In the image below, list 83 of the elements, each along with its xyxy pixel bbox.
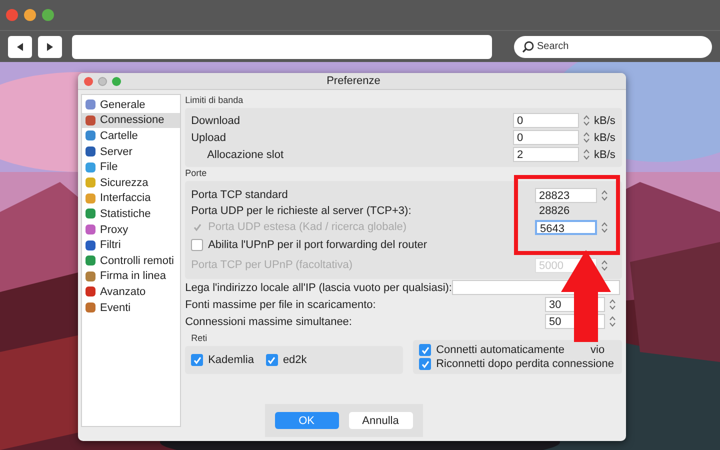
checkbox[interactable] [191, 239, 204, 251]
square-icon [85, 240, 96, 251]
search-icon [522, 40, 534, 52]
sidebar-item[interactable]: Cartelle [82, 128, 180, 144]
checkbox[interactable] [191, 354, 204, 366]
unit-label: kB/s [594, 114, 616, 126]
square-icon [85, 162, 96, 173]
checkbox-label: Riconnetti dopo perdita connessione [436, 358, 614, 370]
triangle-icon [15, 42, 25, 52]
stepper-icon[interactable] [601, 258, 608, 272]
field-label: Fonti massime per file in scaricamento: [185, 298, 376, 310]
port-value: 28826 [539, 205, 571, 217]
number-field[interactable]: 2 [513, 147, 579, 162]
checkbox-label: vio [590, 344, 605, 356]
square-icon [85, 177, 96, 188]
square-icon [85, 302, 96, 314]
sidebar-item[interactable]: Eventi [82, 300, 180, 316]
square-icon [85, 286, 96, 298]
unit-label: kB/s [594, 148, 616, 160]
square-icon [85, 146, 96, 158]
sidebar-item[interactable]: Controlli remoti [82, 252, 180, 269]
cancel-button[interactable]: Annulla [348, 412, 413, 429]
stepper-icon[interactable] [583, 114, 590, 127]
square-icon [85, 208, 96, 220]
address-field[interactable] [72, 34, 492, 58]
square-icon [85, 114, 96, 126]
minimize-light[interactable] [24, 9, 36, 21]
square-icon [85, 130, 96, 142]
unit-label: kB/s [594, 132, 616, 144]
checkbox-label: Kademlia [208, 354, 254, 366]
field-label: Upload [191, 132, 227, 144]
sidebar-item[interactable]: Avanzato [82, 284, 180, 300]
checkbox-label: Porta UDP estesa (Kad / ricerca globale) [208, 221, 407, 233]
number-field[interactable]: 0 [513, 113, 579, 128]
sidebar-item[interactable]: Filtri [82, 237, 180, 253]
zoom-light[interactable] [112, 76, 121, 86]
group-title: Reti [190, 332, 208, 345]
field-label: Lega l'indirizzo locale all'IP (lascia vuoto per qualsiasi): [185, 282, 452, 294]
field-label: Porta TCP per UPnP (facoltativa) [191, 259, 352, 271]
port-field[interactable]: 28823 [535, 188, 597, 202]
back-button[interactable] [8, 36, 32, 58]
checkbox[interactable] [266, 354, 278, 366]
stepper-icon[interactable] [609, 298, 616, 311]
field-label: Download [191, 114, 241, 126]
field-label: Porta UDP per le richieste al server (TCP+3): [191, 205, 412, 217]
checkbox-label: Abilita l'UPnP per il port forwarding del router [208, 239, 428, 251]
square-icon [85, 224, 96, 236]
zoom-light[interactable] [42, 9, 54, 21]
window-title: Preferenze [326, 75, 382, 87]
square-icon [85, 270, 96, 282]
sidebar-item[interactable]: Sicurezza [82, 174, 180, 191]
sidebar-item[interactable]: Statistiche [82, 206, 180, 222]
field-label: Allocazione slot [206, 148, 285, 160]
square-icon [85, 192, 96, 204]
search-field[interactable]: Search [514, 36, 712, 58]
group-title: Limiti di banda [185, 94, 244, 107]
stepper-icon[interactable] [583, 148, 590, 161]
forward-button[interactable] [38, 36, 62, 58]
sidebar-item[interactable]: Interfaccia [82, 190, 180, 206]
checkbox[interactable] [419, 344, 432, 356]
sidebar-item[interactable]: File [82, 159, 180, 175]
stepper-icon[interactable] [601, 220, 608, 234]
group-title: Porte [185, 167, 208, 180]
checkbox[interactable] [419, 358, 432, 370]
close-light[interactable] [6, 9, 18, 21]
close-light[interactable] [84, 76, 93, 86]
sidebar-item[interactable]: Server [82, 144, 180, 160]
stepper-icon[interactable] [609, 315, 616, 328]
sidebar-item[interactable]: Firma in linea [82, 268, 180, 284]
triangle-icon [45, 42, 55, 52]
minimize-light[interactable] [98, 76, 107, 86]
square-icon [85, 255, 96, 266]
checkbox-label: Connetti automaticamente [436, 344, 564, 356]
sidebar-item[interactable]: Connessione [82, 112, 180, 128]
field-label: Porta TCP standard [191, 189, 288, 201]
sidebar-item[interactable]: Proxy [82, 222, 180, 238]
sidebar-item[interactable]: Generale [82, 97, 180, 113]
number-field[interactable]: 0 [513, 130, 579, 145]
checkbox-label: ed2k [282, 354, 307, 366]
stepper-icon[interactable] [601, 188, 608, 202]
stepper-icon[interactable] [583, 131, 590, 144]
field-label: Connessioni massime simultanee: [185, 316, 352, 328]
square-icon [85, 99, 96, 110]
